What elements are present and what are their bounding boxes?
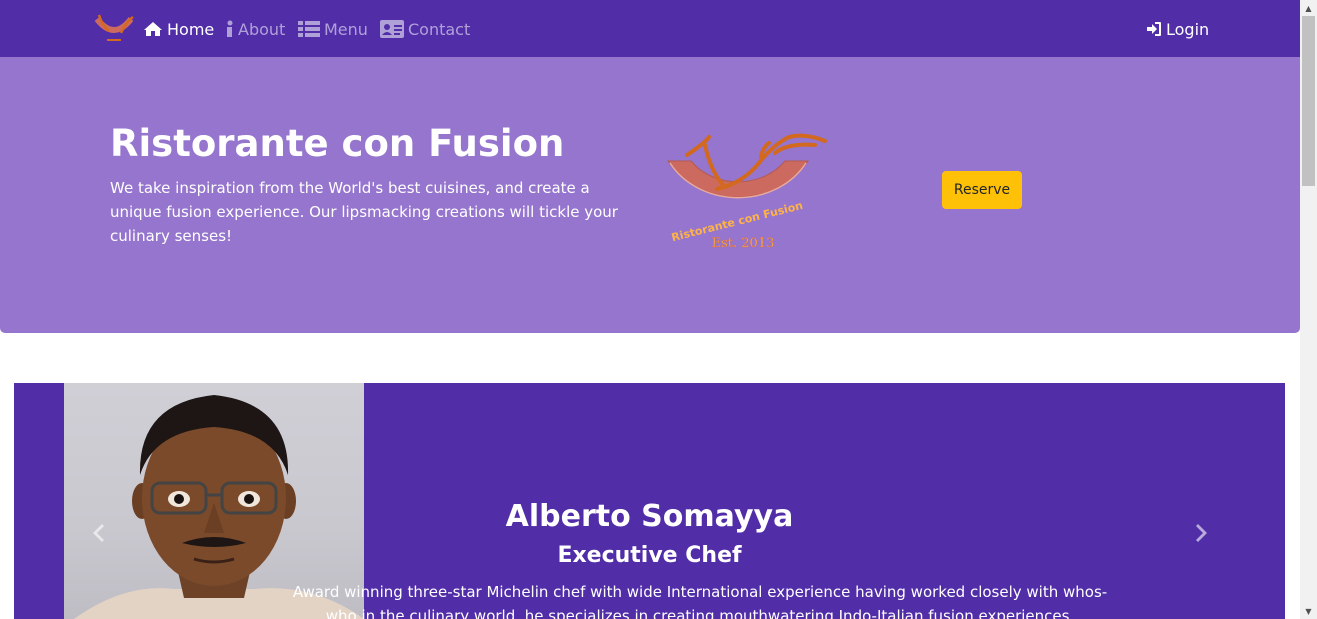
address-card-icon bbox=[380, 20, 404, 38]
restaurant-logo: Ristorante con Fusion Est. 2013 bbox=[667, 133, 827, 251]
chef-role: Executive Chef bbox=[557, 543, 742, 568]
nav-about-link[interactable]: About bbox=[226, 17, 285, 41]
nav-home-label: Home bbox=[167, 19, 215, 39]
login-link[interactable]: Login bbox=[1146, 17, 1209, 41]
nav-contact-label: Contact bbox=[408, 19, 471, 39]
leadership-carousel: Alberto Somayya Executive Chef Award win… bbox=[14, 383, 1285, 619]
nav-home-link[interactable]: Home bbox=[143, 17, 214, 41]
hero-description: We take inspiration from the World's bes… bbox=[110, 179, 618, 245]
home-icon bbox=[144, 22, 162, 36]
chef-description: Award winning three-star Michelin chef w… bbox=[292, 583, 1108, 619]
chef-name: Alberto Somayya bbox=[505, 499, 794, 534]
nav-menu-link[interactable]: Menu bbox=[298, 17, 368, 41]
jumbotron: Ristorante con Fusion We take inspiratio… bbox=[0, 57, 1300, 333]
login-label: Login bbox=[1166, 19, 1210, 39]
hero-title: Ristorante con Fusion bbox=[110, 122, 565, 165]
scroll-up-arrow-icon[interactable]: ▲ bbox=[1300, 0, 1317, 16]
scroll-down-arrow-icon[interactable]: ▼ bbox=[1300, 603, 1317, 619]
scroll-thumb[interactable] bbox=[1302, 16, 1315, 186]
sign-in-icon bbox=[1147, 22, 1161, 36]
reserve-button[interactable]: Reserve bbox=[942, 171, 1022, 209]
carousel-next-icon[interactable] bbox=[1190, 521, 1214, 545]
info-icon bbox=[227, 20, 233, 37]
nav-menu-label: Menu bbox=[324, 19, 368, 39]
list-icon bbox=[298, 21, 320, 37]
nav-contact-link[interactable]: Contact bbox=[380, 17, 470, 41]
nav-about-label: About bbox=[238, 19, 286, 39]
logo-est-text: Est. 2013 bbox=[712, 236, 775, 251]
brand-logo[interactable] bbox=[93, 11, 135, 45]
page-scrollbar[interactable]: ▲ ▼ bbox=[1300, 0, 1317, 619]
navbar: Home About Menu Contact Login bbox=[0, 0, 1300, 57]
